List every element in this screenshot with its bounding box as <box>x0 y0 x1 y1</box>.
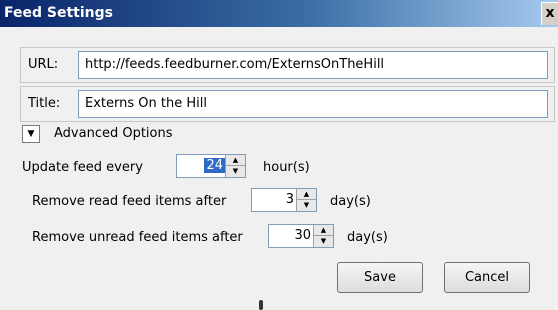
remove-read-spinner[interactable]: 3 ▲ ▼ <box>251 188 317 212</box>
spin-down-icon[interactable]: ▼ <box>226 166 245 177</box>
update-feed-spinner[interactable]: 24 ▲ ▼ <box>176 154 246 178</box>
advanced-options-label: Advanced Options <box>54 126 173 141</box>
remove-unread-spin-buttons: ▲ ▼ <box>313 225 333 247</box>
update-feed-spin-buttons: ▲ ▼ <box>225 155 245 177</box>
remove-unread-value[interactable]: 30 <box>294 228 311 243</box>
spin-up-icon[interactable]: ▲ <box>226 155 245 166</box>
dialog-body: URL: http://feeds.feedburner.com/Externs… <box>0 27 558 310</box>
spin-down-icon[interactable]: ▼ <box>297 200 316 211</box>
remove-unread-label: Remove unread feed items after <box>32 230 243 245</box>
remove-unread-unit: day(s) <box>347 230 388 245</box>
remove-read-value[interactable]: 3 <box>286 192 294 207</box>
remove-read-label: Remove read feed items after <box>32 194 227 209</box>
save-button[interactable]: Save <box>337 262 423 293</box>
title-bar: Feed Settings x <box>0 0 558 27</box>
title-row: Title: Externs On the Hill <box>20 86 555 122</box>
cancel-button[interactable]: Cancel <box>444 262 530 293</box>
update-feed-unit: hour(s) <box>263 160 310 175</box>
spin-up-icon[interactable]: ▲ <box>314 225 333 236</box>
update-feed-label: Update feed every <box>22 160 143 175</box>
resize-handle[interactable] <box>259 300 263 310</box>
url-label: URL: <box>28 57 59 72</box>
title-input[interactable]: Externs On the Hill <box>78 90 548 118</box>
update-feed-value[interactable]: 24 <box>204 158 225 173</box>
remove-read-unit: day(s) <box>330 194 371 209</box>
remove-read-spin-buttons: ▲ ▼ <box>296 189 316 211</box>
url-row: URL: http://feeds.feedburner.com/Externs… <box>20 47 555 83</box>
remove-unread-spinner[interactable]: 30 ▲ ▼ <box>268 224 334 248</box>
close-button[interactable]: x <box>541 2 558 25</box>
spin-up-icon[interactable]: ▲ <box>297 189 316 200</box>
url-input[interactable]: http://feeds.feedburner.com/ExternsOnThe… <box>78 51 548 79</box>
title-label: Title: <box>28 96 61 111</box>
window-title: Feed Settings <box>4 5 113 21</box>
advanced-options-toggle[interactable]: ▼ <box>22 125 40 143</box>
spin-down-icon[interactable]: ▼ <box>314 236 333 247</box>
